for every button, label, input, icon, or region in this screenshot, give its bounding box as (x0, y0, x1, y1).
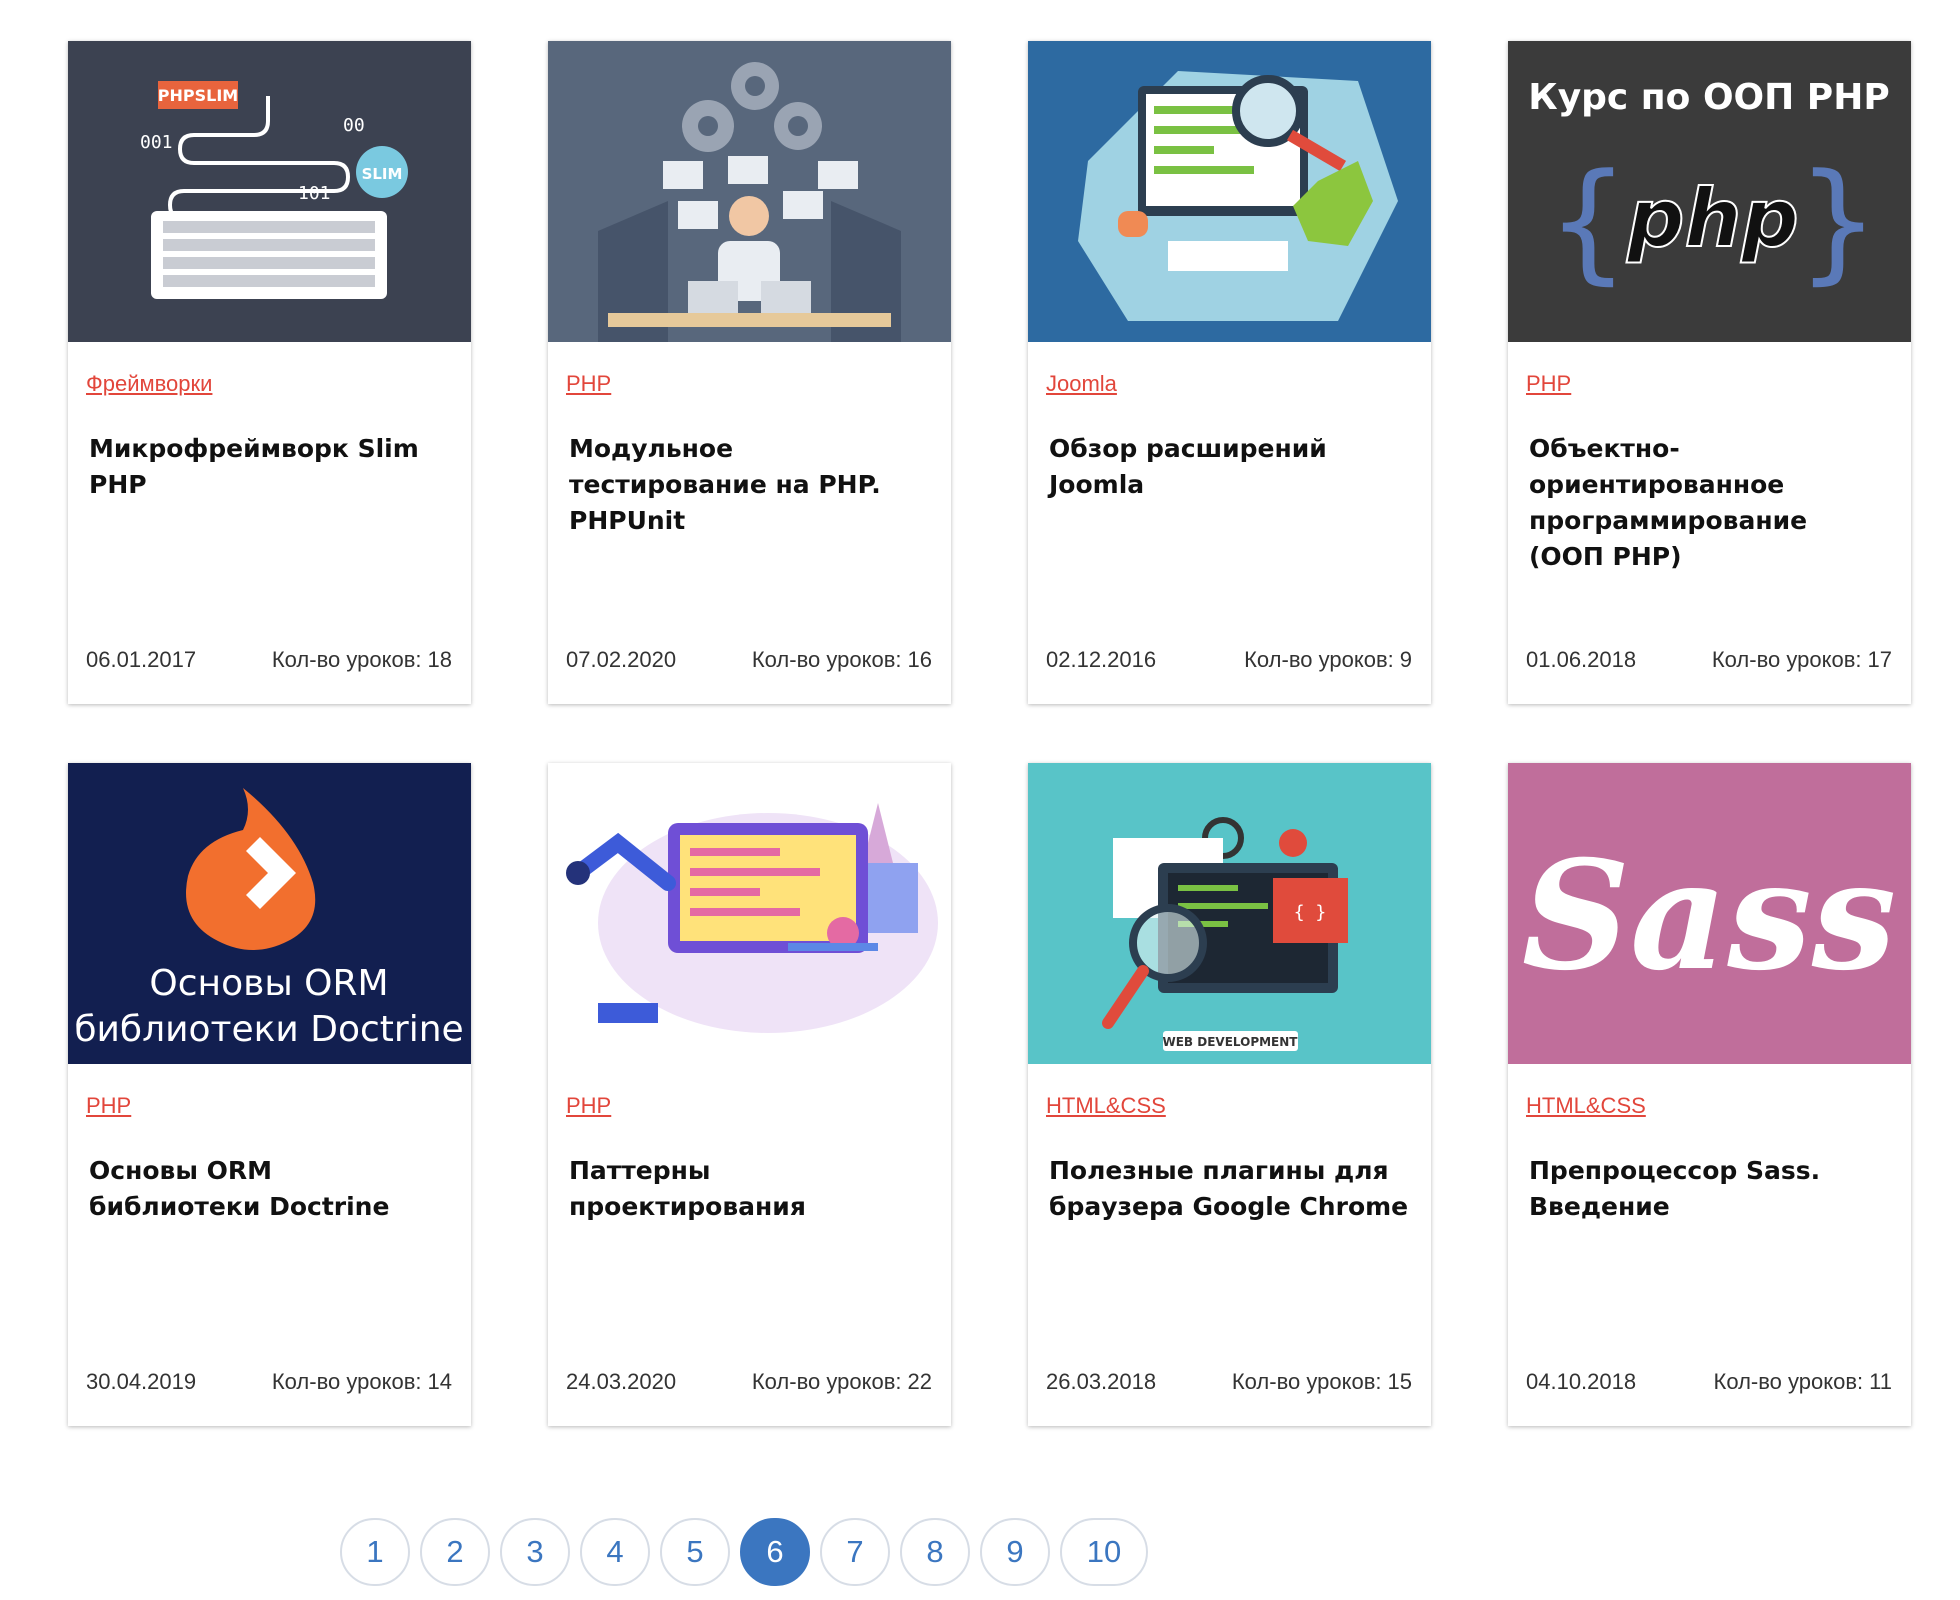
course-date: 24.03.2020 (566, 1369, 677, 1394)
course-card[interactable]: Joomla Обзор расширений Joomla 02.12.201… (1028, 41, 1431, 704)
course-thumbnail[interactable] (548, 763, 951, 1064)
page-button-3[interactable]: 3 (500, 1518, 570, 1586)
course-lessons-count: Кол-во уроков: 17 (1712, 647, 1892, 673)
page-button-6-current[interactable]: 6 (740, 1518, 810, 1586)
design-patterns-illustration (548, 763, 951, 1064)
course-card[interactable]: Курс по ООП PHP { php } PHP Объектно-ори… (1508, 41, 1911, 704)
svg-text:PHPSLIM: PHPSLIM (158, 86, 238, 105)
course-card[interactable]: { } WEB DEVELOPMENT HTML&CSS Полезные пл… (1028, 763, 1431, 1426)
web-development-illustration: { } WEB DEVELOPMENT (1028, 763, 1431, 1064)
svg-text:}: } (1797, 145, 1880, 297)
course-category-link[interactable]: Joomla (1046, 371, 1117, 397)
page-button-4[interactable]: 4 (580, 1518, 650, 1586)
svg-text:00: 00 (343, 115, 365, 136)
svg-text:php: php (1626, 172, 1798, 265)
course-title[interactable]: Паттерны проектирования (569, 1153, 929, 1225)
course-lessons-count: Кол-во уроков: 22 (752, 1369, 932, 1395)
lessons-value: 22 (907, 1369, 932, 1394)
lessons-label: Кол-во уроков: (751, 1369, 902, 1394)
course-lessons-count: Кол-во уроков: 14 (272, 1369, 452, 1395)
course-category-link[interactable]: HTML&CSS (1046, 1093, 1166, 1119)
sass-logo-illustration: Sass (1508, 763, 1911, 1064)
lessons-label: Кол-во уроков: (751, 647, 902, 672)
page-button-9[interactable]: 9 (980, 1518, 1050, 1586)
page-button-8[interactable]: 8 (900, 1518, 970, 1586)
course-title[interactable]: Основы ORM библиотеки Doctrine (89, 1153, 449, 1225)
course-thumbnail[interactable]: PHPSLIM 001 00 101 SLIM (68, 41, 471, 342)
lessons-label: Кол-во уроков: (1231, 1369, 1382, 1394)
lessons-label: Кол-во уроков: (1244, 647, 1394, 672)
course-category-link[interactable]: Фреймворки (86, 371, 212, 397)
course-title[interactable]: Полезные плагины для браузера Google Chr… (1049, 1153, 1409, 1225)
slim-keyboard-illustration: PHPSLIM 001 00 101 SLIM (68, 41, 471, 342)
course-title[interactable]: Микрофреймворк Slim PHP (89, 431, 449, 503)
lessons-label: Кол-во уроков: (1711, 647, 1862, 672)
course-lessons-count: Кол-во уроков: 16 (752, 647, 932, 673)
svg-text:Курс по ООП PHP: Курс по ООП PHP (1528, 77, 1889, 118)
course-category-link[interactable]: HTML&CSS (1526, 1093, 1646, 1119)
course-card[interactable]: PHPSLIM 001 00 101 SLIM Фреймворки Микро… (68, 41, 471, 704)
course-category-link[interactable]: PHP (566, 1093, 611, 1119)
course-card[interactable]: Основы ORM библиотеки Doctrine PHP Основ… (68, 763, 471, 1426)
course-card[interactable]: PHP Паттерны проектирования 24.03.2020 К… (548, 763, 951, 1426)
course-category-link[interactable]: PHP (566, 371, 611, 397)
page-button-1[interactable]: 1 (340, 1518, 410, 1586)
course-category-link[interactable]: PHP (1526, 371, 1571, 397)
course-title[interactable]: Модульное тестирование на PHP. PHPUnit (569, 431, 929, 539)
course-lessons-count: Кол-во уроков: 15 (1232, 1369, 1412, 1395)
lessons-value: 15 (1387, 1369, 1412, 1394)
course-date: 07.02.2020 (566, 647, 677, 672)
page-button-2[interactable]: 2 (420, 1518, 490, 1586)
course-thumbnail[interactable]: Основы ORM библиотеки Doctrine (68, 763, 471, 1064)
course-date: 02.12.2016 (1046, 647, 1157, 672)
course-thumbnail[interactable]: Sass (1508, 763, 1911, 1064)
course-date: 06.01.2017 (86, 647, 197, 672)
course-date: 30.04.2019 (86, 1369, 197, 1394)
course-lessons-count: Кол-во уроков: 18 (272, 647, 452, 673)
lessons-value: 9 (1399, 647, 1412, 672)
svg-text:библиотеки Doctrine: библиотеки Doctrine (74, 1009, 463, 1050)
page-button-10[interactable]: 10 (1060, 1518, 1148, 1586)
doctrine-illustration: Основы ORM библиотеки Doctrine (68, 763, 471, 1064)
lessons-value: 18 (427, 647, 452, 672)
course-card[interactable]: PHP Модульное тестирование на PHP. PHPUn… (548, 41, 951, 704)
course-thumbnail[interactable]: Курс по ООП PHP { php } (1508, 41, 1911, 342)
lessons-value: 16 (907, 647, 932, 672)
svg-text:{ }: { } (1294, 902, 1327, 923)
course-title[interactable]: Объектно-ориентированное программировани… (1529, 431, 1889, 575)
course-date: 04.10.2018 (1526, 1369, 1637, 1394)
svg-text:Основы ORM: Основы ORM (149, 963, 388, 1004)
page-button-5[interactable]: 5 (660, 1518, 730, 1586)
svg-text:101: 101 (298, 183, 331, 204)
oop-php-illustration: Курс по ООП PHP { php } (1508, 41, 1911, 342)
svg-text:001: 001 (140, 132, 173, 153)
course-card[interactable]: Sass HTML&CSS Препроцессор Sass. Введени… (1508, 763, 1911, 1426)
lessons-label: Кол-во уроков: (1713, 1369, 1864, 1394)
course-lessons-count: Кол-во уроков: 11 (1714, 1369, 1893, 1395)
testing-developer-illustration (548, 41, 951, 342)
svg-text:{: { (1547, 145, 1630, 297)
course-category-link[interactable]: PHP (86, 1093, 131, 1119)
course-date: 26.03.2018 (1046, 1369, 1157, 1394)
lessons-label: Кол-во уроков: (271, 1369, 422, 1394)
lessons-value: 17 (1867, 647, 1892, 672)
course-date: 01.06.2018 (1526, 647, 1637, 672)
lessons-label: Кол-во уроков: (271, 647, 422, 672)
lessons-value: 14 (427, 1369, 452, 1394)
svg-text:WEB DEVELOPMENT: WEB DEVELOPMENT (1163, 1035, 1299, 1049)
course-title[interactable]: Обзор расширений Joomla (1049, 431, 1409, 503)
course-title[interactable]: Препроцессор Sass. Введение (1529, 1153, 1889, 1225)
svg-text:SLIM: SLIM (362, 165, 403, 183)
course-thumbnail[interactable] (548, 41, 951, 342)
course-lessons-count: Кол-во уроков: 9 (1244, 647, 1412, 673)
svg-text:Sass: Sass (1522, 828, 1896, 1004)
page-button-7[interactable]: 7 (820, 1518, 890, 1586)
course-thumbnail[interactable]: { } WEB DEVELOPMENT (1028, 763, 1431, 1064)
lessons-value: 11 (1869, 1369, 1892, 1394)
joomla-extensions-illustration (1028, 41, 1431, 342)
course-thumbnail[interactable] (1028, 41, 1431, 342)
